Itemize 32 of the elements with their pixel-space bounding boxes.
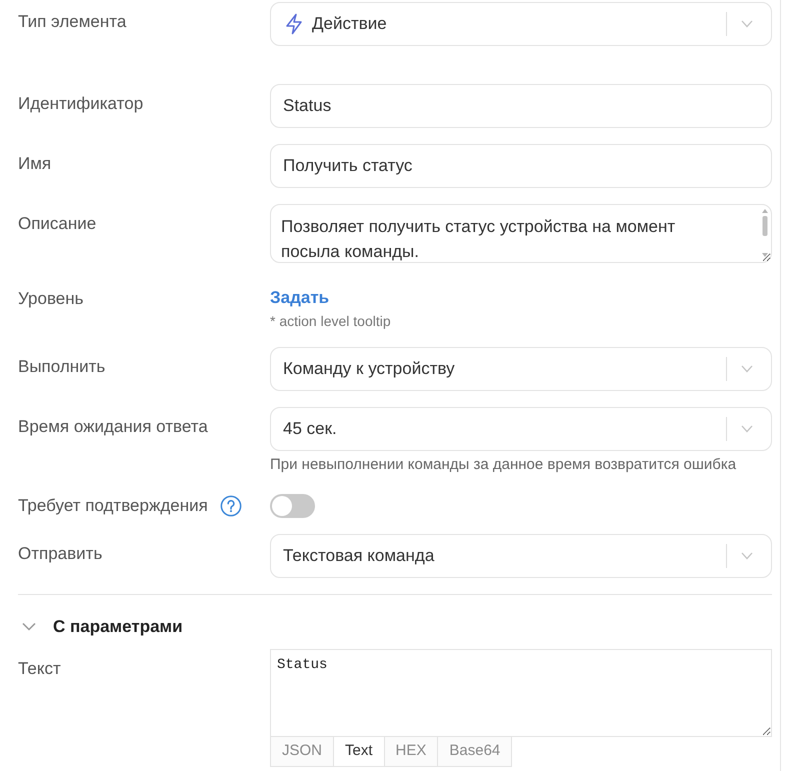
chevron-icon bbox=[741, 424, 753, 432]
chevron-icon bbox=[22, 622, 36, 631]
dropdown-select[interactable]: 45 сек. bbox=[270, 406, 772, 450]
chevron-icon bbox=[741, 552, 753, 560]
toggle-switch[interactable] bbox=[270, 494, 315, 518]
section-toggle[interactable]: С параметрами bbox=[18, 608, 183, 644]
chevron-icon bbox=[741, 364, 753, 372]
field-label: Тип элемента bbox=[18, 12, 126, 32]
scrollbar[interactable] bbox=[761, 208, 769, 258]
help-icon[interactable] bbox=[220, 494, 242, 516]
text-input[interactable]: Status bbox=[270, 84, 772, 128]
code-field[interactable]: Status bbox=[270, 648, 772, 736]
field-label: Время ожидания ответа bbox=[18, 416, 208, 436]
dropdown-select[interactable]: Команду к устройству bbox=[270, 346, 772, 390]
field-label: Требует подтверждения bbox=[18, 496, 208, 516]
description-field[interactable]: Позволяет получить статус устройства на момент посыла команды. bbox=[270, 204, 772, 263]
field-label: Выполнить bbox=[18, 356, 106, 376]
dropdown-select[interactable]: Текстовая команда bbox=[270, 534, 772, 578]
field-label: Отправить bbox=[18, 544, 102, 564]
text-input[interactable]: Получить статус bbox=[270, 144, 772, 188]
tooltip-note: * action level tooltip bbox=[270, 312, 392, 330]
field-label: Уровень bbox=[18, 289, 84, 309]
lightning-icon bbox=[285, 13, 303, 35]
chevron-icon bbox=[741, 20, 753, 28]
field-label: Идентификатор bbox=[18, 94, 144, 114]
set-level-link[interactable]: Задать bbox=[270, 288, 330, 308]
field-hint: При невыполнении команды за данное время возвратится ошибка bbox=[270, 456, 738, 474]
format-tab[interactable]: Text bbox=[334, 736, 385, 766]
field-label: Текст bbox=[18, 658, 61, 678]
field-label: Описание bbox=[18, 214, 96, 234]
field-label: Имя bbox=[18, 154, 52, 174]
type-select[interactable]: Действие bbox=[270, 2, 772, 46]
